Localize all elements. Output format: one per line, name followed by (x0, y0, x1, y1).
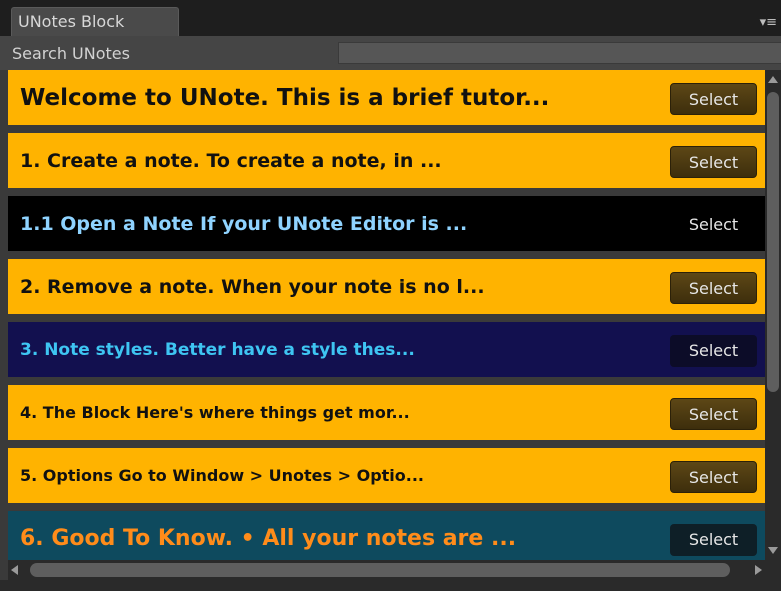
search-row: Search UNotes (0, 36, 781, 70)
select-button[interactable]: Select (670, 209, 757, 241)
unotes-block-window: UNotes Block ▾≡ Search UNotes Welcome to… (0, 0, 781, 591)
note-row[interactable]: Welcome to UNote. This is a brief tutor.… (8, 70, 765, 125)
note-title: 4. The Block Here's where things get mor… (20, 403, 410, 422)
menu-icon[interactable]: ▾≡ (760, 16, 777, 29)
select-button[interactable]: Select (670, 461, 757, 493)
scroll-left-arrow-icon[interactable] (11, 565, 18, 575)
note-title: 3. Note styles. Better have a style thes… (20, 339, 415, 360)
vertical-scroll-thumb[interactable] (767, 92, 779, 392)
vertical-scrollbar[interactable] (765, 70, 781, 560)
note-row[interactable]: 2. Remove a note. When your note is no l… (8, 259, 765, 314)
note-row[interactable]: 4. The Block Here's where things get mor… (8, 385, 765, 440)
note-row[interactable]: 3. Note styles. Better have a style thes… (8, 322, 765, 377)
scroll-down-arrow-icon[interactable] (768, 547, 778, 554)
note-row[interactable]: 1. Create a note. To create a note, in .… (8, 133, 765, 188)
select-button[interactable]: Select (670, 398, 757, 430)
select-button[interactable]: Select (670, 335, 757, 367)
select-button[interactable]: Select (670, 524, 757, 556)
note-title: 1.1 Open a Note If your UNote Editor is … (20, 212, 468, 235)
horizontal-scrollbar[interactable] (8, 560, 765, 580)
select-button[interactable]: Select (670, 83, 757, 115)
scroll-right-arrow-icon[interactable] (755, 565, 762, 575)
note-row[interactable]: 1.1 Open a Note If your UNote Editor is … (8, 196, 765, 251)
scroll-up-arrow-icon[interactable] (768, 76, 778, 83)
note-title: 5. Options Go to Window > Unotes > Optio… (20, 466, 425, 485)
note-row[interactable]: 5. Options Go to Window > Unotes > Optio… (8, 448, 765, 503)
note-title: 2. Remove a note. When your note is no l… (20, 275, 485, 298)
horizontal-scroll-thumb[interactable] (30, 563, 730, 577)
select-button[interactable]: Select (670, 146, 757, 178)
note-row[interactable]: 6. Good To Know. • All your notes are ..… (8, 511, 765, 560)
notes-list: Welcome to UNote. This is a brief tutor.… (8, 70, 765, 560)
bottom-strip (0, 580, 781, 591)
note-title: Welcome to UNote. This is a brief tutor.… (20, 84, 550, 111)
tab-bar: UNotes Block ▾≡ (0, 0, 781, 36)
note-title: 1. Create a note. To create a note, in .… (20, 149, 442, 172)
search-label: Search UNotes (12, 44, 130, 63)
search-input[interactable] (338, 42, 781, 64)
note-title: 6. Good To Know. • All your notes are ..… (20, 526, 517, 551)
tab-label: UNotes Block (18, 12, 125, 31)
tab-unotes-block[interactable]: UNotes Block (11, 7, 179, 36)
select-button[interactable]: Select (670, 272, 757, 304)
